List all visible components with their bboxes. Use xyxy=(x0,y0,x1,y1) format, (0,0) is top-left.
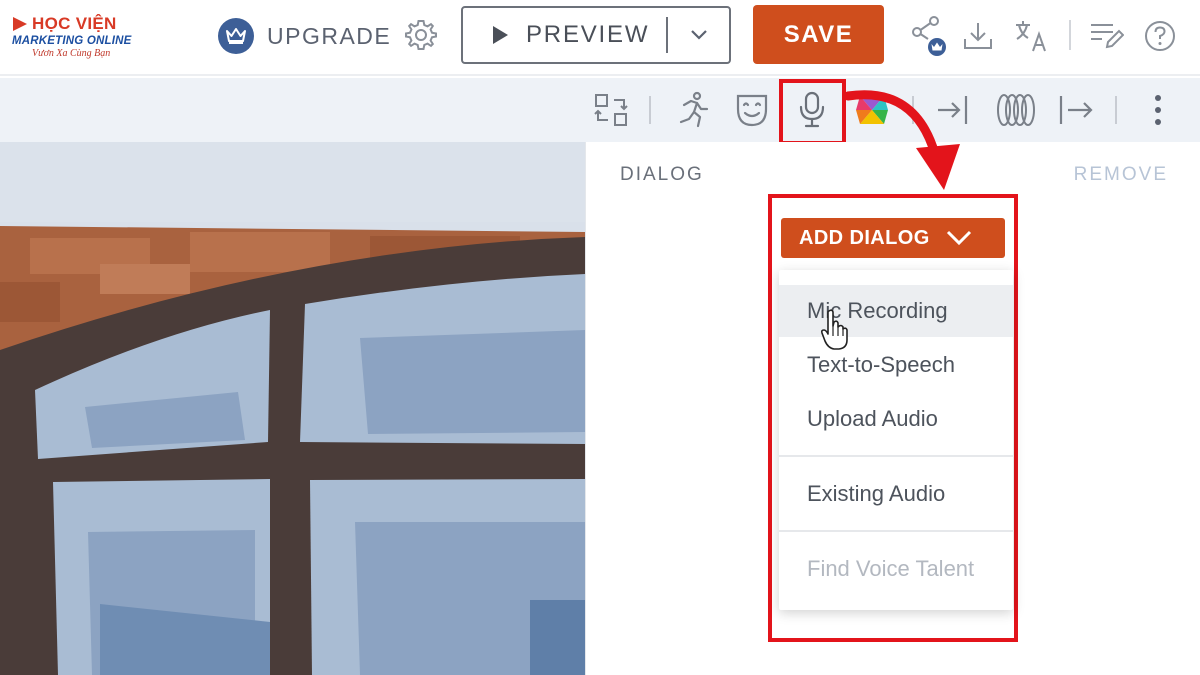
exit-animation-button[interactable] xyxy=(1052,86,1100,134)
add-dialog-label: ADD DIALOG xyxy=(799,226,930,249)
exit-icon xyxy=(1059,96,1093,124)
crown-icon xyxy=(218,18,254,54)
menu-item-existing-audio[interactable]: Existing Audio xyxy=(779,468,1013,520)
top-bar: HỌC VIỆN MARKETING ONLINE Vươn Xa Cùng B… xyxy=(0,0,1200,76)
help-icon xyxy=(1145,21,1175,51)
toolbar-divider xyxy=(649,96,651,124)
curved-arrow-annotation xyxy=(843,90,960,190)
swap-icon xyxy=(594,94,628,126)
notes-icon xyxy=(1091,24,1124,49)
share-button[interactable] xyxy=(910,16,950,56)
window-scene-illustration xyxy=(0,142,585,675)
microphone-highlight-box xyxy=(779,79,846,145)
emphasis-animation-button[interactable] xyxy=(992,86,1040,134)
logo-line-3: Vươn Xa Cùng Bạn xyxy=(32,48,111,59)
save-button[interactable]: SAVE xyxy=(753,5,884,64)
remove-button[interactable]: REMOVE xyxy=(1074,164,1168,186)
chevron-down-icon xyxy=(690,30,707,40)
logo-line-2: MARKETING ONLINE xyxy=(12,35,132,47)
menu-divider xyxy=(779,455,1013,457)
actor-toolbar xyxy=(0,78,1200,142)
action-button[interactable] xyxy=(668,86,716,134)
menu-item-upload-audio[interactable]: Upload Audio xyxy=(779,393,1013,445)
add-dialog-button[interactable]: ADD DIALOG xyxy=(781,218,1005,258)
expression-button[interactable] xyxy=(728,86,776,134)
upgrade-button[interactable]: UPGRADE xyxy=(218,18,391,54)
more-options-button[interactable] xyxy=(1134,86,1182,134)
logo-line-1: HỌC VIỆN xyxy=(32,14,117,33)
ripple-icon xyxy=(997,94,1035,126)
chevron-down-icon xyxy=(946,230,971,246)
download-icon xyxy=(964,23,992,49)
share-icon xyxy=(912,16,946,56)
help-button[interactable] xyxy=(1140,16,1180,56)
panel-title: DIALOG xyxy=(620,164,704,185)
gear-icon[interactable] xyxy=(404,18,438,52)
toolbar-divider xyxy=(1115,96,1117,124)
translate-button[interactable] xyxy=(1012,16,1052,56)
swap-button[interactable] xyxy=(587,86,635,134)
logo: HỌC VIỆN MARKETING ONLINE Vươn Xa Cùng B… xyxy=(12,14,142,70)
more-vertical-icon xyxy=(1155,95,1161,125)
logo-play-icon xyxy=(13,17,27,31)
menu-item-mic-recording[interactable]: Mic Recording xyxy=(779,285,1013,337)
hand-cursor-icon xyxy=(820,309,848,350)
download-button[interactable] xyxy=(958,16,998,56)
notes-button[interactable] xyxy=(1086,16,1126,56)
preview-dropdown-toggle[interactable] xyxy=(668,8,729,62)
preview-label: PREVIEW xyxy=(526,21,650,48)
preview-main[interactable]: PREVIEW xyxy=(463,8,666,62)
play-icon xyxy=(493,26,508,44)
add-dialog-menu: Mic Recording Text-to-Speech Upload Audi… xyxy=(779,270,1013,610)
menu-item-text-to-speech[interactable]: Text-to-Speech xyxy=(779,339,1013,391)
scene-canvas[interactable] xyxy=(0,142,585,675)
running-person-icon xyxy=(679,91,709,128)
top-divider xyxy=(1069,20,1071,50)
mask-face-icon xyxy=(736,94,768,127)
menu-divider xyxy=(779,530,1013,532)
preview-button[interactable]: PREVIEW xyxy=(461,6,731,64)
menu-item-find-voice-talent: Find Voice Talent xyxy=(807,556,975,581)
translate-icon xyxy=(1016,21,1046,52)
upgrade-label: UPGRADE xyxy=(267,22,392,49)
